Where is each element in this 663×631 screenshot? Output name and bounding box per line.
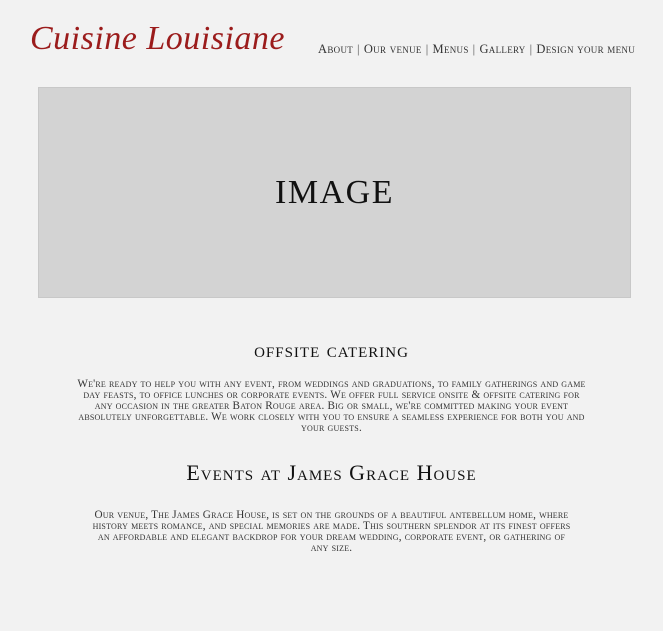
nav-link-our-venue[interactable]: Our venue (364, 42, 422, 56)
events-heading: Events at James Grace House (186, 460, 477, 485)
nav-link-about[interactable]: About (318, 42, 353, 56)
nav-separator: | (357, 42, 360, 56)
nav-separator: | (529, 42, 533, 56)
main-nav: About | Our venue | Menus | Gallery | Design you… (318, 42, 635, 57)
nav-link-menus[interactable]: Menus (433, 42, 469, 56)
events-section: Events at James Grace House Our venue, T… (0, 460, 663, 554)
nav-link-design-your-menu[interactable]: Design your menu (536, 42, 635, 56)
site-logo[interactable]: Cuisine Louisiane (30, 20, 285, 58)
offsite-catering-heading: offsite catering (254, 337, 409, 362)
nav-separator: | (472, 42, 476, 56)
hero-image-placeholder: IMAGE (38, 87, 631, 298)
nav-separator: | (425, 42, 429, 56)
offsite-catering-section: offsite catering We're ready to help you… (0, 337, 663, 434)
nav-link-gallery[interactable]: Gallery (479, 42, 525, 56)
hero-image-label: IMAGE (275, 173, 394, 211)
events-text: Our venue, The James Grace House, is set… (92, 509, 571, 554)
offsite-catering-text: We're ready to help you with any event, … (77, 378, 586, 434)
